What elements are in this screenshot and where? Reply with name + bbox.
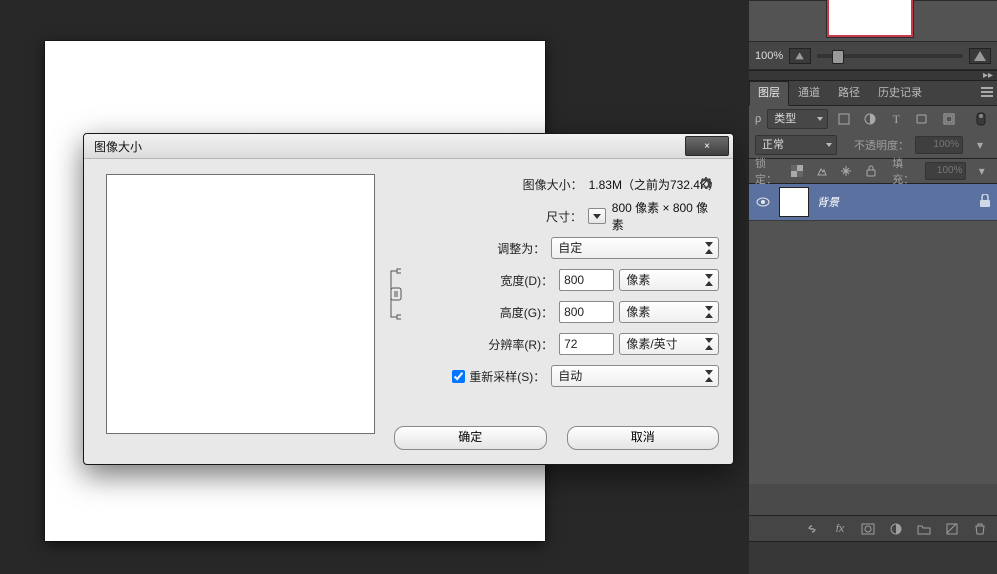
layer-list[interactable]: 背景 [749, 184, 997, 484]
new-layer-icon[interactable] [943, 520, 961, 538]
panel-menu-icon[interactable] [981, 87, 993, 97]
opacity-label: 不透明度： [854, 137, 909, 153]
tab-paths[interactable]: 路径 [829, 81, 869, 105]
new-group-icon[interactable] [915, 520, 933, 538]
tab-history[interactable]: 历史记录 [869, 81, 931, 105]
tab-layers[interactable]: 图层 [749, 81, 789, 106]
filter-smart-icon[interactable] [939, 109, 959, 129]
height-label: 高度(G)： [394, 304, 559, 321]
zoom-slider[interactable] [817, 54, 963, 58]
resolution-label: 分辨率(R)： [394, 336, 559, 353]
zoom-value[interactable]: 100% [755, 50, 783, 62]
lock-all-icon[interactable] [862, 161, 881, 181]
layer-filter-kind-select[interactable]: 类型 [767, 109, 827, 129]
zoom-out-icon[interactable] [789, 48, 811, 64]
blend-mode-select[interactable]: 正常 [755, 135, 837, 155]
lock-position-icon[interactable] [837, 161, 856, 181]
tab-channels[interactable]: 通道 [789, 81, 829, 105]
delete-icon[interactable] [971, 520, 989, 538]
image-size-label: 图像大小： [394, 176, 589, 193]
layers-footer: fx [749, 515, 997, 542]
zoom-slider-thumb[interactable] [832, 50, 844, 64]
fill-input[interactable]: 100% [925, 162, 966, 180]
layer-row[interactable]: 背景 [749, 184, 997, 221]
filter-adjust-icon[interactable] [860, 109, 880, 129]
dimensions-unit-dropdown[interactable] [588, 208, 606, 224]
fit-to-select[interactable]: 自定 [551, 237, 719, 259]
layer-name[interactable]: 背景 [817, 194, 839, 210]
new-adjust-icon[interactable] [887, 520, 905, 538]
zoom-in-icon[interactable] [969, 48, 991, 64]
resample-label: 重新采样(S)： [469, 368, 545, 385]
link-layers-icon[interactable] [803, 520, 821, 538]
close-icon: × [704, 141, 710, 152]
filter-toggle-switch[interactable] [971, 109, 991, 129]
layer-fx-icon[interactable]: fx [831, 520, 849, 538]
filter-shape-icon[interactable] [912, 109, 932, 129]
height-input[interactable]: 800 [559, 301, 614, 323]
dialog-title: 图像大小 [94, 138, 142, 155]
image-preview[interactable] [106, 174, 375, 434]
resolution-unit-select[interactable]: 像素/英寸 [619, 333, 719, 355]
dimensions-value: 800 像素 × 800 像素 [612, 199, 719, 233]
close-button[interactable]: × [685, 136, 729, 156]
lock-icon[interactable] [979, 194, 991, 211]
layer-thumbnail[interactable] [779, 187, 809, 217]
chevron-down-icon[interactable]: ▾ [969, 135, 991, 155]
filter-pixel-icon[interactable] [834, 109, 854, 129]
constrain-link-icon[interactable] [387, 268, 405, 320]
fill-label: 填充： [892, 155, 919, 187]
right-panels: 100% ▸▸ 图层 通道 路径 历史记录 ρ 类型 T 正常 不透明度： 10… [749, 0, 997, 574]
add-mask-icon[interactable] [859, 520, 877, 538]
lock-label: 锁定： [755, 155, 782, 187]
opacity-input[interactable]: 100% [915, 136, 963, 154]
fit-to-label: 调整为： [394, 240, 551, 257]
width-unit-select[interactable]: 像素 [619, 269, 719, 291]
cancel-button[interactable]: 取消 [567, 426, 720, 450]
width-input[interactable]: 800 [559, 269, 614, 291]
gear-icon[interactable] [697, 176, 713, 192]
dimensions-label: 尺寸： [394, 208, 588, 225]
width-label: 宽度(D)： [394, 272, 559, 289]
resolution-input[interactable]: 72 [559, 333, 614, 355]
image-size-dialog: 图像大小 × 图像大小： 1.83M（之前为732.4K） 尺寸： 800 像素… [83, 133, 734, 465]
chevron-down-icon[interactable]: ▾ [972, 161, 991, 181]
dialog-titlebar[interactable]: 图像大小 × [84, 134, 733, 159]
height-unit-select[interactable]: 像素 [619, 301, 719, 323]
visibility-icon[interactable] [755, 194, 771, 210]
lock-pixels-icon[interactable] [813, 161, 832, 181]
lock-transparent-icon[interactable] [788, 161, 807, 181]
ok-button[interactable]: 确定 [394, 426, 547, 450]
resample-checkbox[interactable] [452, 370, 465, 383]
panel-bottom-strip [749, 541, 997, 574]
navigator-thumbnail[interactable] [827, 0, 913, 37]
filter-type-icon[interactable]: T [886, 109, 906, 129]
panel-collapse-icon[interactable]: ▸▸ [983, 70, 993, 81]
resample-select[interactable]: 自动 [551, 365, 719, 387]
